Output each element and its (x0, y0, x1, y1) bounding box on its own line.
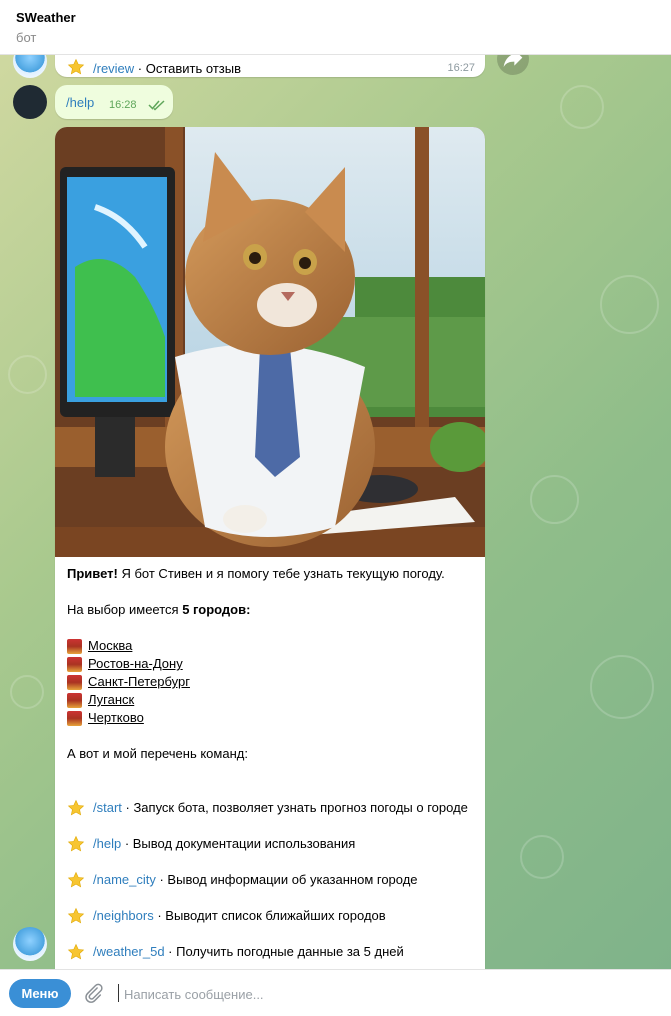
city-item: Москва (67, 637, 475, 655)
star-icon (67, 835, 85, 852)
command-item: /help · Вывод документации использования (67, 835, 475, 853)
city-building-icon (67, 692, 82, 708)
city-link[interactable]: Ростов-на-Дону (88, 655, 183, 673)
help-message-text: Привет! Я бот Стивен и я помогу тебе узн… (67, 565, 475, 961)
choice-prefix: На выбор имеется (67, 602, 183, 617)
command-list: /start · Запуск бота, позволяет узнать п… (67, 799, 475, 961)
message-bubble-review: /review · Оставить отзыв 16:27 (55, 55, 485, 77)
city-link[interactable]: Санкт-Петербург (88, 673, 190, 691)
star-icon (67, 871, 85, 888)
command-link[interactable]: /start (93, 800, 122, 815)
greeting-bold: Привет! (67, 566, 118, 581)
command-link[interactable]: /help (93, 836, 121, 851)
city-item: Санкт-Петербург (67, 673, 475, 691)
message-bubble-help: Привет! Я бот Стивен и я помогу тебе узн… (55, 127, 485, 969)
command-item: /name_city · Вывод информации об указанн… (67, 871, 475, 889)
background-doodle (560, 85, 604, 129)
city-link[interactable]: Москва (88, 637, 132, 655)
review-command-line: /review · Оставить отзыв (67, 58, 241, 76)
message-time: 16:28 (109, 99, 137, 111)
city-list: Москва Ростов-на-Дону Санкт-Петербург Лу… (67, 637, 475, 727)
text-caret (118, 984, 119, 1002)
review-command-link[interactable]: /review (93, 61, 134, 76)
command-link[interactable]: /weather_5d (93, 944, 165, 959)
message-input-bar: Меню (0, 969, 671, 1016)
message-bubble-help-command: /help 16:28 (55, 85, 173, 119)
city-building-icon (67, 674, 82, 690)
message-input[interactable] (122, 983, 646, 1005)
command-link[interactable]: /name_city (93, 872, 156, 887)
background-doodle (590, 655, 654, 719)
help-command-link[interactable]: /help (66, 95, 94, 110)
command-desc: · Получить погодные данные за 5 дней (164, 944, 404, 959)
background-doodle (10, 675, 44, 709)
star-icon (67, 799, 85, 816)
star-icon (67, 58, 85, 75)
command-item: /start · Запуск бота, позволяет узнать п… (67, 799, 475, 817)
chat-header[interactable]: SWeather бот (0, 0, 671, 55)
chat-subtitle: бот (16, 30, 37, 45)
double-check-icon (148, 100, 165, 111)
city-item: Чертково (67, 709, 475, 727)
user-avatar[interactable] (13, 85, 47, 119)
bot-avatar[interactable] (13, 55, 47, 78)
city-building-icon (67, 710, 82, 726)
choice-bold: 5 городов: (182, 602, 251, 617)
message-time: 16:27 (447, 62, 475, 74)
menu-button[interactable]: Меню (9, 979, 71, 1008)
city-building-icon (67, 638, 82, 654)
greeting-rest: Я бот Стивен и я помогу тебе узнать теку… (117, 566, 445, 581)
background-doodle (8, 355, 47, 394)
background-doodle (520, 835, 564, 879)
choice-line: На выбор имеется 5 городов: (67, 601, 475, 619)
forward-icon (503, 55, 523, 67)
city-item: Ростов-на-Дону (67, 655, 475, 673)
command-desc: · Вывод информации об указанном городе (155, 872, 418, 887)
command-desc: · Запуск бота, позволяет узнать прогноз … (121, 800, 468, 815)
command-desc: · Вывод документации использования (121, 836, 356, 851)
city-link[interactable]: Луганск (88, 691, 134, 709)
bot-avatar[interactable] (13, 927, 47, 961)
city-item: Луганск (67, 691, 475, 709)
background-doodle (530, 475, 579, 524)
cat-illustration (55, 127, 485, 557)
command-link[interactable]: /neighbors (93, 908, 154, 923)
star-icon (67, 943, 85, 960)
chat-area[interactable]: /review · Оставить отзыв 16:27 /help 16:… (0, 55, 671, 969)
greeting-line: Привет! Я бот Стивен и я помогу тебе узн… (67, 565, 475, 583)
star-icon (67, 907, 85, 924)
commands-intro: А вот и мой перечень команд: (67, 746, 248, 761)
command-item: /weather_5d · Получить погодные данные з… (67, 943, 475, 961)
forward-button[interactable] (497, 55, 529, 75)
city-link[interactable]: Чертково (88, 709, 144, 727)
background-doodle (600, 275, 659, 334)
cat-weather-image[interactable] (55, 127, 485, 557)
command-desc: · Выводит список ближайших городов (153, 908, 386, 923)
paperclip-icon[interactable] (82, 982, 104, 1004)
review-command-desc: · Оставить отзыв (134, 61, 242, 76)
city-building-icon (67, 656, 82, 672)
chat-title: SWeather (16, 10, 76, 25)
command-item: /neighbors · Выводит список ближайших го… (67, 907, 475, 925)
